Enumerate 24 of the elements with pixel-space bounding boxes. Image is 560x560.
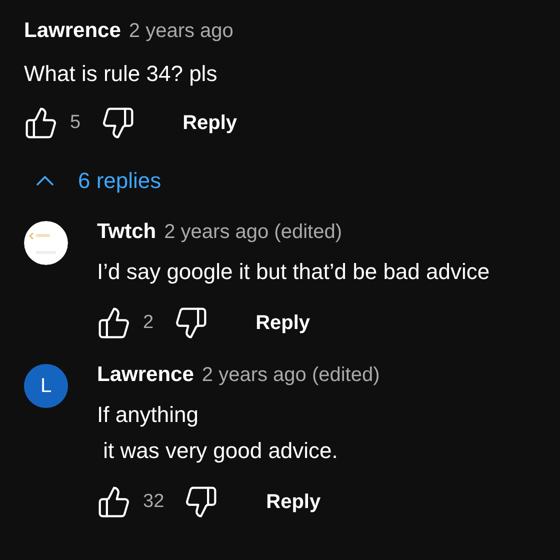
thumbs-up-icon[interactable] xyxy=(97,306,131,340)
comment-time: 2 years ago (edited) xyxy=(164,222,342,242)
reply-button[interactable]: Reply xyxy=(182,108,238,138)
user-avatar[interactable]: L xyxy=(24,364,68,408)
replies-toggle[interactable]: 6 replies xyxy=(36,164,162,197)
chevron-up-icon xyxy=(36,176,54,186)
reply-text: If anything it was very good advice. xyxy=(97,401,339,465)
reply-button[interactable]: Reply xyxy=(256,308,310,338)
like-count: 5 xyxy=(70,110,81,135)
thumbs-up-icon[interactable] xyxy=(97,485,131,519)
like-count: 2 xyxy=(143,310,154,335)
thumbs-down-icon[interactable] xyxy=(174,306,208,340)
reply-text: I’d say google it but that’d be bad advice xyxy=(97,258,490,286)
thumbs-down-icon[interactable] xyxy=(100,106,135,140)
like-count: 32 xyxy=(143,490,164,514)
thumbs-up-icon[interactable] xyxy=(24,106,58,140)
thumbs-down-icon[interactable] xyxy=(184,485,218,519)
comment-text: What is rule 34? pls xyxy=(24,60,218,88)
comment-time: 2 years ago (edited) xyxy=(202,365,380,385)
author-name[interactable]: Lawrence xyxy=(97,364,194,385)
author-name[interactable]: Twtch xyxy=(97,221,156,242)
reply-button[interactable]: Reply xyxy=(266,487,321,517)
comment-time: 2 years ago xyxy=(128,21,234,41)
author-name[interactable]: Lawrence xyxy=(24,20,121,41)
